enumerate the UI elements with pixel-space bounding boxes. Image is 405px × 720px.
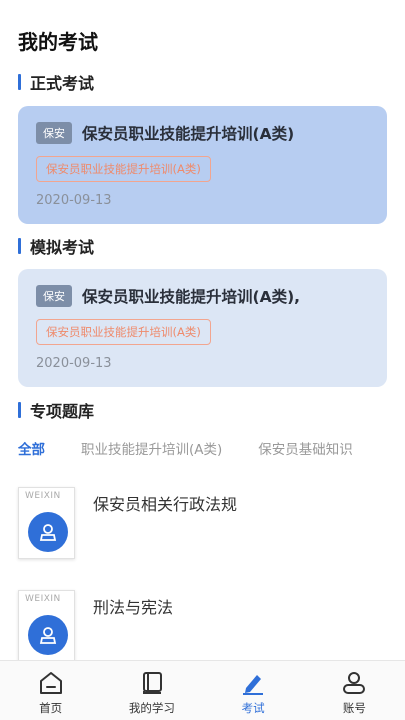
- section-formal-exam: 正式考试: [18, 70, 94, 94]
- guard-icon: [28, 615, 68, 655]
- section-accent-bar: [18, 74, 21, 90]
- formal-exam-card[interactable]: 保安 保安员职业技能提升培训(A类) 保安员职业技能提升培训(A类) 2020-…: [18, 106, 387, 224]
- book-icon: [137, 669, 167, 697]
- section-title: 模拟考试: [30, 238, 95, 257]
- section-accent-bar: [18, 402, 21, 418]
- nav-label: 我的学习: [128, 701, 175, 715]
- exam-date: 2020-09-13: [36, 193, 112, 208]
- exam-date: 2020-09-13: [36, 356, 112, 371]
- bank-cover-image: WEIXIN: [18, 590, 75, 662]
- page-title: 我的考试: [18, 30, 98, 54]
- exam-category-chip: 保安员职业技能提升培训(A类): [36, 319, 211, 345]
- category-tabs: 全部 职业技能提升培训(A类) 保安员基础知识: [18, 438, 405, 458]
- mock-exam-card[interactable]: 保安 保安员职业技能提升培训(A类), 保安员职业技能提升培训(A类) 2020…: [18, 269, 387, 387]
- bank-list-item[interactable]: WEIXIN 刑法与宪法: [18, 590, 387, 670]
- pencil-icon: [238, 669, 268, 697]
- user-icon: [339, 669, 369, 697]
- cover-watermark: WEIXIN: [25, 491, 61, 501]
- cover-watermark: WEIXIN: [25, 594, 61, 604]
- home-icon: [36, 669, 66, 697]
- nav-study[interactable]: 我的学习: [101, 661, 202, 720]
- nav-home[interactable]: 首页: [0, 661, 101, 720]
- exam-category-chip: 保安员职业技能提升培训(A类): [36, 156, 211, 182]
- nav-label: 账号: [342, 701, 366, 715]
- nav-label: 考试: [241, 701, 265, 715]
- nav-exam[interactable]: 考试: [203, 661, 304, 720]
- section-accent-bar: [18, 238, 21, 254]
- bottom-nav: 首页 我的学习 考试 账号: [0, 660, 405, 720]
- exam-tag: 保安: [36, 122, 72, 144]
- bank-cover-image: WEIXIN: [18, 487, 75, 559]
- section-title: 正式考试: [30, 74, 95, 93]
- bank-list-item[interactable]: WEIXIN 保安员相关行政法规: [18, 487, 387, 567]
- section-title: 专项题库: [30, 402, 95, 421]
- exam-title: 保安员职业技能提升培训(A类): [82, 125, 295, 143]
- guard-icon: [28, 512, 68, 552]
- section-mock-exam: 模拟考试: [18, 234, 94, 258]
- section-question-bank: 专项题库: [18, 398, 94, 422]
- bank-title: 刑法与宪法: [93, 598, 174, 617]
- nav-label: 首页: [39, 701, 63, 715]
- exam-tag: 保安: [36, 285, 72, 307]
- bank-title: 保安员相关行政法规: [93, 495, 238, 514]
- exam-title: 保安员职业技能提升培训(A类),: [82, 288, 301, 306]
- category-tab-skills[interactable]: 职业技能提升培训(A类): [81, 438, 222, 458]
- nav-account[interactable]: 账号: [304, 661, 405, 720]
- category-tab-basics[interactable]: 保安员基础知识: [258, 438, 353, 458]
- category-tab-all[interactable]: 全部: [18, 438, 45, 458]
